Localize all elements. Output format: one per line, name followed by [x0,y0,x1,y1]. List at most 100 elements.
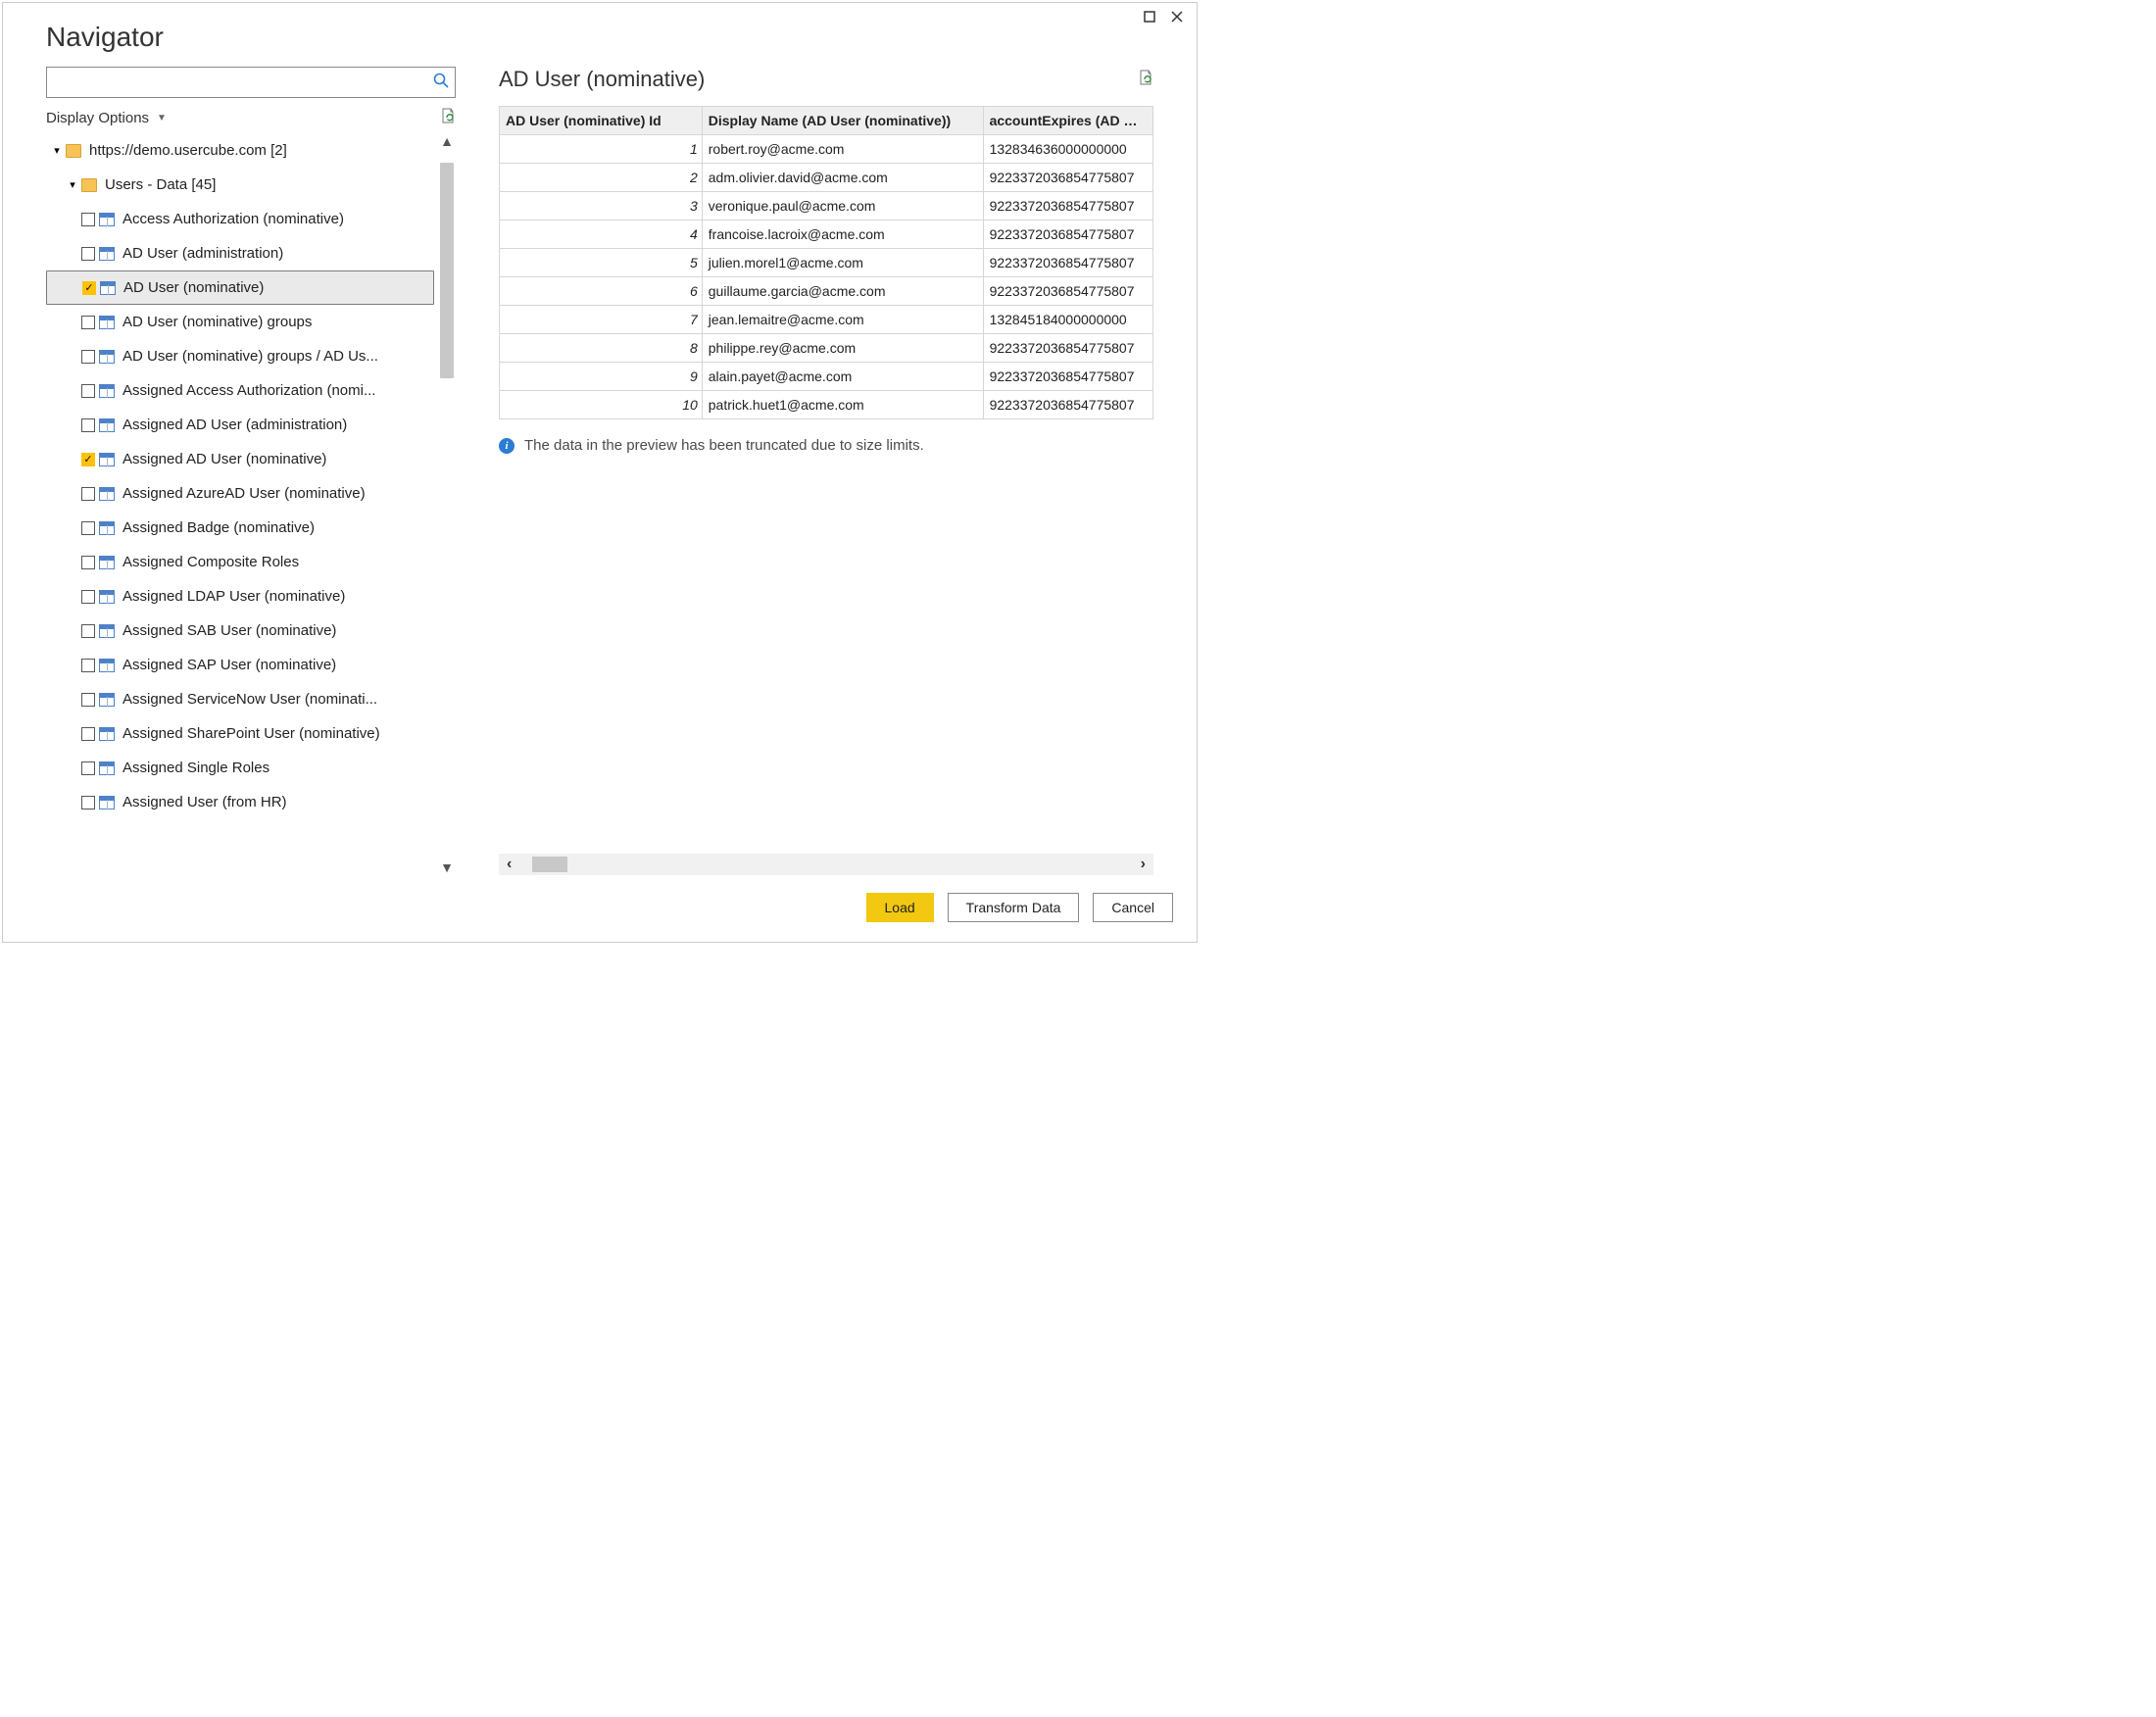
info-icon: i [499,438,514,454]
table-header-row: AD User (nominative) Id Display Name (AD… [500,107,1153,135]
cell-id: 5 [500,249,703,277]
checkbox[interactable] [81,761,95,775]
cancel-button[interactable]: Cancel [1093,893,1173,922]
cell-expires: 9223372036854775807 [983,391,1152,419]
scroll-up-icon[interactable]: ▲ [438,133,456,149]
checkbox[interactable] [81,418,95,432]
search-icon[interactable] [433,73,449,93]
tree-item[interactable]: ▾AD User (nominative) groups / AD Us... [46,339,434,373]
table-row[interactable]: 2adm.olivier.david@acme.com9223372036854… [500,164,1153,192]
scroll-thumb[interactable] [532,857,567,872]
tree-item[interactable]: ▾Assigned User (from HR) [46,785,434,819]
table-icon [99,384,115,398]
table-row[interactable]: 3veronique.paul@acme.com9223372036854775… [500,192,1153,221]
table-icon [99,590,115,604]
tree-item[interactable]: ▾Access Authorization (nominative) [46,202,434,236]
checkbox[interactable] [81,693,95,707]
tree-item[interactable]: ▾Assigned SharePoint User (nominative) [46,716,434,751]
truncated-message: i The data in the preview has been trunc… [499,437,1153,454]
col-header-exp[interactable]: accountExpires (AD Use [983,107,1152,135]
search-box[interactable] [46,67,456,98]
tree-item[interactable]: ▾Assigned SAB User (nominative) [46,613,434,648]
cell-expires: 9223372036854775807 [983,363,1152,391]
checkbox[interactable] [81,556,95,569]
table-row[interactable]: 1robert.roy@acme.com132834636000000000 [500,135,1153,164]
col-header-id[interactable]: AD User (nominative) Id [500,107,703,135]
table-row[interactable]: 4francoise.lacroix@acme.com9223372036854… [500,221,1153,249]
tree-group[interactable]: ▾ Users - Data [45] [46,168,434,202]
table-icon [99,487,115,501]
display-options-dropdown[interactable]: Display Options ▼ [46,110,167,126]
checkbox[interactable] [81,384,95,398]
tree-item[interactable]: ▾AD User (administration) [46,236,434,270]
scroll-right-icon[interactable]: › [1141,856,1146,873]
scroll-thumb[interactable] [440,163,454,378]
table-icon [100,281,116,295]
tree-item-label: Assigned LDAP User (nominative) [122,588,345,605]
expand-icon[interactable]: ▾ [66,178,79,191]
table-row[interactable]: 10patrick.huet1@acme.com9223372036854775… [500,391,1153,419]
checkbox[interactable] [81,727,95,741]
checkbox[interactable] [81,350,95,364]
tree-item-label: Assigned SharePoint User (nominative) [122,725,380,742]
cell-name: veronique.paul@acme.com [702,192,983,221]
table-icon [99,316,115,329]
table-row[interactable]: 8philippe.rey@acme.com922337203685477580… [500,334,1153,363]
search-input[interactable] [53,74,433,91]
checkbox[interactable] [81,659,95,672]
scroll-left-icon[interactable]: ‹ [507,856,512,873]
refresh-preview-icon[interactable] [1138,70,1153,89]
preview-h-scrollbar[interactable]: ‹ › [499,854,1153,875]
checkbox[interactable] [81,590,95,604]
tree-item[interactable]: ▾Assigned SAP User (nominative) [46,648,434,682]
page-title: Navigator [3,22,1197,67]
tree-root[interactable]: ▾ https://demo.usercube.com [2] [46,133,434,168]
preview-title: AD User (nominative) [499,67,705,92]
tree-scrollbar[interactable]: ▲ ▼ [438,133,456,875]
tree-item[interactable]: ▾Assigned LDAP User (nominative) [46,579,434,613]
tree-item[interactable]: ▾Assigned Single Roles [46,751,434,785]
table-icon [99,418,115,432]
tree-item[interactable]: ▾Assigned AzureAD User (nominative) [46,476,434,511]
tree-item[interactable]: ▾Assigned Composite Roles [46,545,434,579]
table-row[interactable]: 5julien.morel1@acme.com92233720368547758… [500,249,1153,277]
transform-button[interactable]: Transform Data [948,893,1080,922]
checkbox[interactable] [81,624,95,638]
tree-item[interactable]: ▾Assigned Access Authorization (nomi... [46,373,434,408]
table-row[interactable]: 9alain.payet@acme.com9223372036854775807 [500,363,1153,391]
cell-name: guillaume.garcia@acme.com [702,277,983,306]
checkbox[interactable] [81,316,95,329]
tree-item-label: Access Authorization (nominative) [122,211,344,227]
checkbox[interactable] [81,796,95,809]
checkbox[interactable]: ✓ [81,453,95,466]
checkbox[interactable] [81,213,95,226]
checkbox[interactable]: ✓ [82,281,96,295]
display-options-label: Display Options [46,110,149,126]
tree-item[interactable]: ▾AD User (nominative) groups [46,305,434,339]
col-header-name[interactable]: Display Name (AD User (nominative)) [702,107,983,135]
table-icon [99,521,115,535]
tree-item[interactable]: ▾Assigned ServiceNow User (nominati... [46,682,434,716]
tree-item[interactable]: ▾✓Assigned AD User (nominative) [46,442,434,476]
expand-icon[interactable]: ▾ [50,144,64,157]
table-icon [99,727,115,741]
scroll-down-icon[interactable]: ▼ [438,859,456,875]
load-button[interactable]: Load [866,893,934,922]
table-icon [99,453,115,466]
cell-name: julien.morel1@acme.com [702,249,983,277]
tree-item[interactable]: ▾Assigned Badge (nominative) [46,511,434,545]
cell-id: 8 [500,334,703,363]
tree-item[interactable]: ▾Assigned AD User (administration) [46,408,434,442]
tree-item-label: Assigned AD User (administration) [122,417,347,433]
tree-item[interactable]: ▾✓AD User (nominative) [46,270,434,305]
checkbox[interactable] [81,487,95,501]
table-row[interactable]: 7jean.lemaitre@acme.com13284518400000000… [500,306,1153,334]
table-icon [99,213,115,226]
refresh-schema-icon[interactable] [440,108,456,127]
tree[interactable]: ▾ https://demo.usercube.com [2] ▾ Users … [46,133,436,875]
tree-outer: ▾ https://demo.usercube.com [2] ▾ Users … [46,133,456,875]
checkbox[interactable] [81,247,95,261]
table-row[interactable]: 6guillaume.garcia@acme.com92233720368547… [500,277,1153,306]
table-icon [99,693,115,707]
checkbox[interactable] [81,521,95,535]
